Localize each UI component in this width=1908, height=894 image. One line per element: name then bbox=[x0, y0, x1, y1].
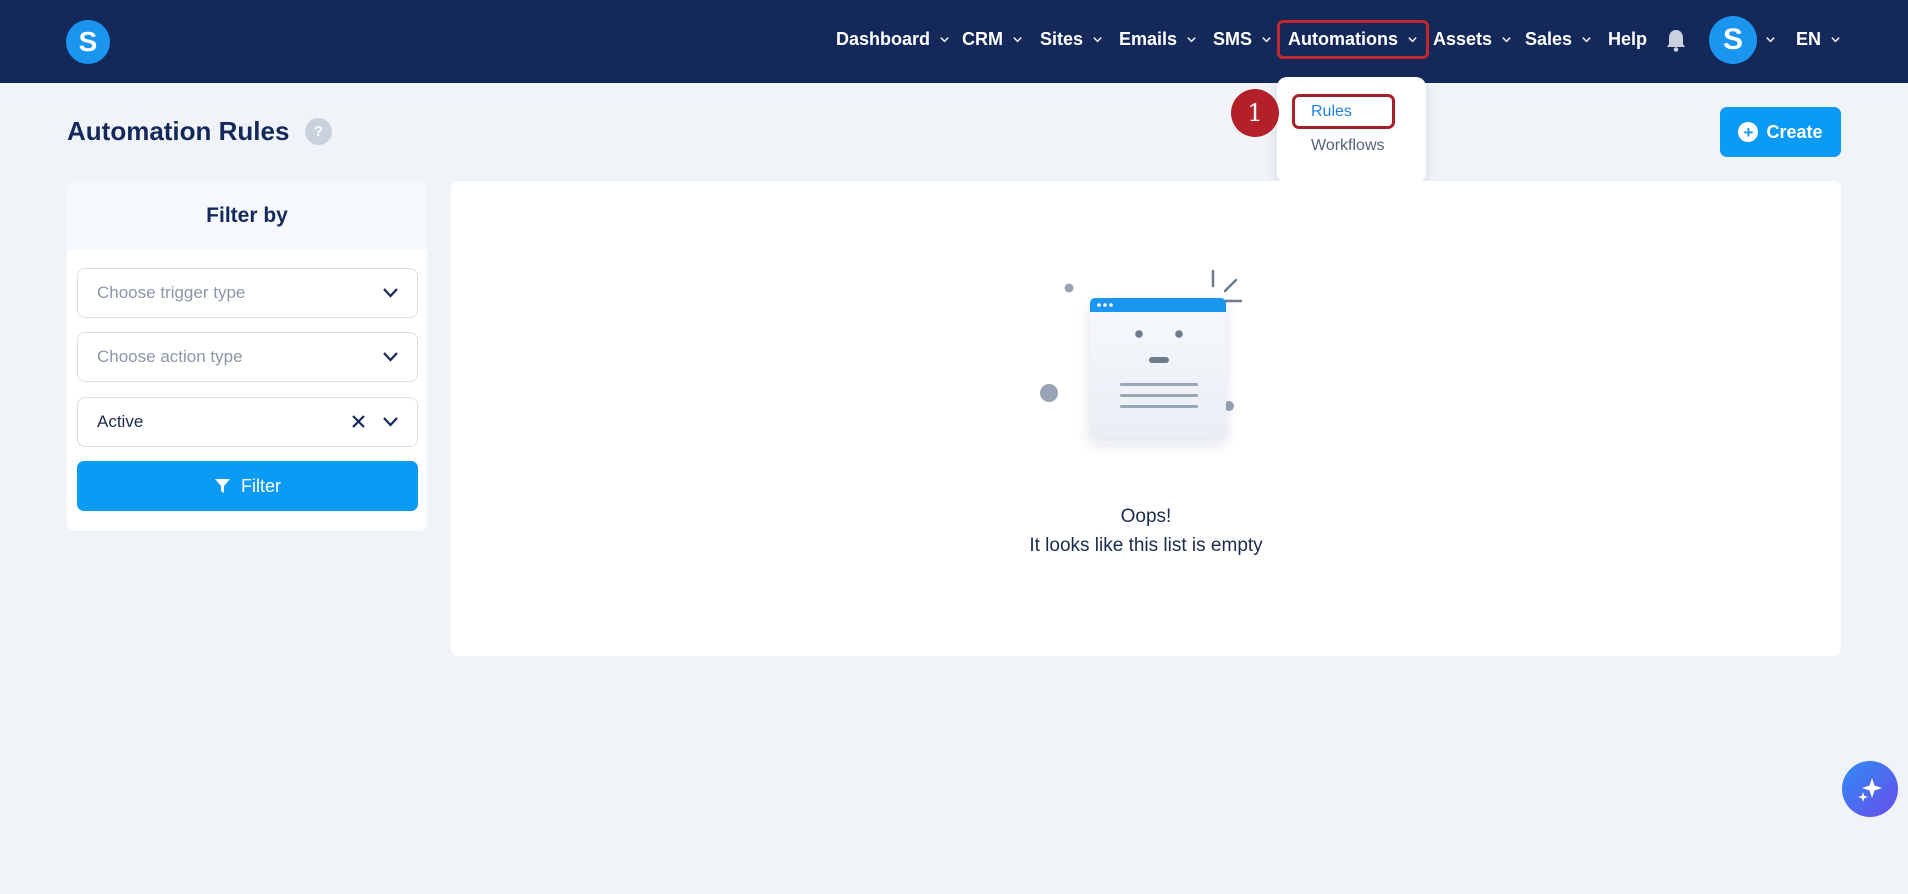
nav-automations-label: Automations bbox=[1288, 29, 1398, 49]
nav-crm-label: CRM bbox=[962, 28, 1003, 49]
nav-sales-label: Sales bbox=[1525, 28, 1573, 49]
chevron-down-icon bbox=[1831, 36, 1840, 42]
nav-emails[interactable]: Emails bbox=[1119, 27, 1197, 51]
nav-assets-label: Assets bbox=[1433, 28, 1493, 49]
chevron-down-icon bbox=[1187, 36, 1196, 42]
nav-sales[interactable]: Sales bbox=[1525, 27, 1592, 51]
filter-button[interactable]: Filter bbox=[77, 461, 418, 511]
trigger-type-placeholder: Choose trigger type bbox=[97, 283, 246, 302]
page-title: Automation Rules bbox=[67, 116, 290, 146]
dropdown-item-rules[interactable]: Rules bbox=[1292, 94, 1395, 129]
chevron-down-icon bbox=[383, 352, 398, 362]
status-select[interactable]: Active bbox=[77, 397, 418, 447]
app-logo[interactable]: S bbox=[66, 20, 110, 64]
dropdown-item-rules-label: Rules bbox=[1311, 103, 1352, 120]
create-button[interactable]: + Create bbox=[1720, 107, 1841, 157]
filter-panel: Filter by Choose trigger type Choose act… bbox=[67, 181, 427, 531]
chevron-down-icon bbox=[383, 417, 398, 427]
filter-button-label: Filter bbox=[241, 475, 281, 496]
status-value: Active bbox=[97, 412, 144, 431]
action-type-select[interactable]: Choose action type bbox=[77, 332, 418, 382]
step-marker-badge: 1 bbox=[1231, 89, 1279, 137]
chevron-down-icon bbox=[1408, 37, 1417, 43]
ai-assistant-button[interactable] bbox=[1842, 761, 1898, 817]
rules-list-panel: Oops! It looks like this list is empty bbox=[451, 181, 1841, 656]
trigger-type-select[interactable]: Choose trigger type bbox=[77, 268, 418, 318]
help-icon[interactable]: ? bbox=[305, 118, 332, 145]
chevron-down-icon[interactable] bbox=[1765, 34, 1776, 45]
chevron-down-icon bbox=[1013, 36, 1022, 42]
empty-list-illustration bbox=[1040, 270, 1243, 438]
chevron-down-icon bbox=[383, 288, 398, 298]
nav-sites[interactable]: Sites bbox=[1040, 27, 1103, 51]
empty-state-title: Oops! bbox=[1120, 506, 1172, 527]
dropdown-item-workflows-label: Workflows bbox=[1311, 137, 1385, 154]
nav-sites-label: Sites bbox=[1040, 28, 1084, 49]
dropdown-item-workflows[interactable]: Workflows bbox=[1311, 137, 1385, 155]
nav-help[interactable]: Help bbox=[1608, 27, 1647, 51]
automations-dropdown: Rules Workflows bbox=[1277, 77, 1426, 183]
create-button-label: Create bbox=[1766, 121, 1823, 142]
chevron-down-icon bbox=[1093, 36, 1102, 42]
nav-dashboard-label: Dashboard bbox=[836, 28, 931, 49]
nav-sms[interactable]: SMS bbox=[1213, 27, 1272, 51]
chevron-down-icon bbox=[940, 36, 949, 42]
nav-emails-label: Emails bbox=[1119, 28, 1178, 49]
chevron-down-icon bbox=[1262, 36, 1271, 42]
nav-sms-label: SMS bbox=[1213, 28, 1253, 49]
nav-automations[interactable]: Automations bbox=[1277, 20, 1429, 59]
user-avatar[interactable]: S bbox=[1709, 16, 1757, 64]
funnel-icon bbox=[215, 478, 230, 493]
filter-header-label: Filter by bbox=[206, 203, 288, 227]
plus-circle-icon: + bbox=[1738, 122, 1759, 142]
clear-icon[interactable] bbox=[351, 414, 366, 429]
bell-icon[interactable] bbox=[1665, 28, 1687, 52]
nav-assets[interactable]: Assets bbox=[1433, 27, 1512, 51]
action-type-placeholder: Choose action type bbox=[97, 347, 243, 366]
top-navbar: S Dashboard CRM Sites Emails SMS Automat… bbox=[0, 0, 1908, 83]
empty-state-message: It looks like this list is empty bbox=[1029, 535, 1263, 556]
filter-header: Filter by bbox=[67, 181, 427, 250]
nav-dashboard[interactable]: Dashboard bbox=[836, 27, 950, 51]
language-label: EN bbox=[1796, 28, 1822, 49]
nav-help-label: Help bbox=[1608, 28, 1648, 49]
language-selector[interactable]: EN bbox=[1796, 27, 1841, 51]
sparkles-icon bbox=[1858, 778, 1882, 802]
chevron-down-icon bbox=[1502, 36, 1511, 42]
help-glyph: ? bbox=[313, 123, 324, 140]
chevron-down-icon bbox=[1582, 36, 1591, 42]
nav-crm[interactable]: CRM bbox=[962, 27, 1023, 51]
